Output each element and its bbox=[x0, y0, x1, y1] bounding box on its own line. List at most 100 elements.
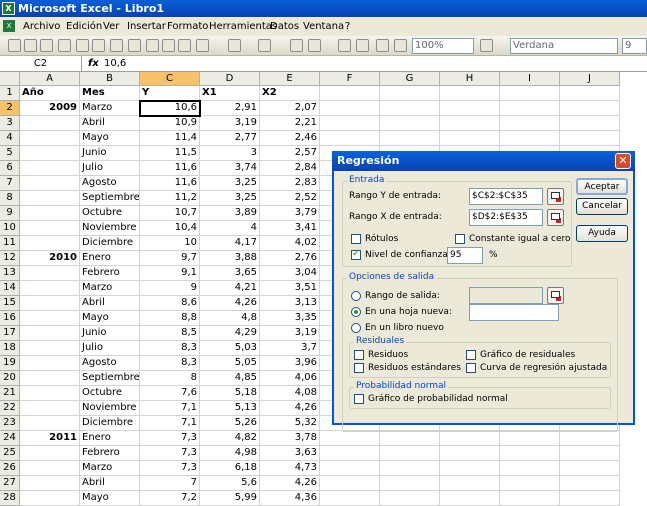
cell[interactable]: 4,82 bbox=[200, 431, 260, 446]
cell[interactable]: 4,08 bbox=[260, 386, 320, 401]
row-header[interactable]: 27 bbox=[0, 476, 20, 491]
cell[interactable] bbox=[380, 131, 440, 146]
cell[interactable] bbox=[20, 326, 80, 341]
cell[interactable]: 11,2 bbox=[140, 191, 200, 206]
cell[interactable] bbox=[380, 431, 440, 446]
cell[interactable]: 4,85 bbox=[200, 371, 260, 386]
column-header-f[interactable]: F bbox=[320, 72, 380, 86]
save-icon[interactable] bbox=[40, 39, 53, 52]
cell[interactable]: 8 bbox=[140, 371, 200, 386]
cell[interactable]: X2 bbox=[260, 86, 320, 101]
cell[interactable]: 3,51 bbox=[260, 281, 320, 296]
cell[interactable]: 2,52 bbox=[260, 191, 320, 206]
cell[interactable]: 3,35 bbox=[260, 311, 320, 326]
cell[interactable]: 3,04 bbox=[260, 266, 320, 281]
cell[interactable] bbox=[500, 461, 560, 476]
cell[interactable]: 8,8 bbox=[140, 311, 200, 326]
cell[interactable]: 3,7 bbox=[260, 341, 320, 356]
cell[interactable] bbox=[20, 356, 80, 371]
cell[interactable]: 2,84 bbox=[260, 161, 320, 176]
cell[interactable]: 3,25 bbox=[200, 191, 260, 206]
cell[interactable]: 10,9 bbox=[140, 116, 200, 131]
cell[interactable]: 5,32 bbox=[260, 416, 320, 431]
cell[interactable] bbox=[560, 131, 620, 146]
residuos-checkbox[interactable] bbox=[354, 350, 364, 360]
menu-ver[interactable]: Ver bbox=[103, 17, 119, 36]
cell[interactable] bbox=[560, 461, 620, 476]
cell[interactable]: Marzo bbox=[80, 281, 140, 296]
cell[interactable]: 9,7 bbox=[140, 251, 200, 266]
cell[interactable]: 7,1 bbox=[140, 416, 200, 431]
column-header-g[interactable]: G bbox=[380, 72, 440, 86]
cell[interactable]: 4,02 bbox=[260, 236, 320, 251]
rango-salida-input[interactable] bbox=[469, 287, 543, 304]
cell[interactable]: Marzo bbox=[80, 461, 140, 476]
cell[interactable] bbox=[20, 296, 80, 311]
cell[interactable]: 3,65 bbox=[200, 266, 260, 281]
cell[interactable]: 2,46 bbox=[260, 131, 320, 146]
cell[interactable]: 4,26 bbox=[200, 296, 260, 311]
cell[interactable]: 4,06 bbox=[260, 371, 320, 386]
autosum-icon[interactable] bbox=[308, 39, 321, 52]
row-header[interactable]: 23 bbox=[0, 416, 20, 431]
cell[interactable]: 4,26 bbox=[260, 476, 320, 491]
cell[interactable]: Julio bbox=[80, 161, 140, 176]
cell[interactable] bbox=[20, 311, 80, 326]
cell[interactable] bbox=[20, 131, 80, 146]
grafico-res-checkbox[interactable] bbox=[466, 350, 476, 360]
hoja-nueva-input[interactable] bbox=[469, 304, 559, 321]
cell[interactable] bbox=[320, 476, 380, 491]
cell[interactable]: Abril bbox=[80, 476, 140, 491]
cell[interactable]: 8,6 bbox=[140, 296, 200, 311]
cell[interactable] bbox=[20, 341, 80, 356]
row-header[interactable]: 26 bbox=[0, 461, 20, 476]
rango-x-input[interactable]: $D$2:$E$35 bbox=[469, 209, 543, 226]
undo-icon[interactable] bbox=[228, 39, 241, 52]
permission-icon[interactable] bbox=[58, 39, 71, 52]
row-header[interactable]: 10 bbox=[0, 221, 20, 236]
cell[interactable] bbox=[500, 101, 560, 116]
new-icon[interactable] bbox=[8, 39, 21, 52]
row-header[interactable]: 25 bbox=[0, 446, 20, 461]
menu-ayuda[interactable]: ? bbox=[345, 17, 350, 36]
cell[interactable] bbox=[20, 371, 80, 386]
cell[interactable]: Abril bbox=[80, 296, 140, 311]
cell[interactable]: 3,74 bbox=[200, 161, 260, 176]
cell[interactable] bbox=[560, 431, 620, 446]
aceptar-button[interactable]: Aceptar bbox=[576, 178, 628, 195]
cell[interactable]: 10 bbox=[140, 236, 200, 251]
cell[interactable] bbox=[440, 116, 500, 131]
cell[interactable] bbox=[20, 266, 80, 281]
cell[interactable]: 7,3 bbox=[140, 431, 200, 446]
cell[interactable]: 11,4 bbox=[140, 131, 200, 146]
cell[interactable]: 2011 bbox=[20, 431, 80, 446]
row-header[interactable]: 13 bbox=[0, 266, 20, 281]
cell[interactable] bbox=[20, 281, 80, 296]
cell[interactable]: Septiembre bbox=[80, 191, 140, 206]
cell[interactable]: 2010 bbox=[20, 251, 80, 266]
cell[interactable] bbox=[20, 191, 80, 206]
row-header[interactable]: 11 bbox=[0, 236, 20, 251]
row-header[interactable]: 6 bbox=[0, 161, 20, 176]
column-header-j[interactable]: J bbox=[560, 72, 620, 86]
cell[interactable] bbox=[560, 446, 620, 461]
cell[interactable]: Mayo bbox=[80, 131, 140, 146]
cell[interactable]: 3,25 bbox=[200, 176, 260, 191]
cell[interactable] bbox=[320, 446, 380, 461]
print-preview-icon[interactable] bbox=[92, 39, 105, 52]
cell[interactable] bbox=[440, 446, 500, 461]
row-header[interactable]: 16 bbox=[0, 311, 20, 326]
cell[interactable]: 7,3 bbox=[140, 446, 200, 461]
copy-icon[interactable] bbox=[162, 39, 175, 52]
hoja-nueva-radio[interactable] bbox=[351, 307, 361, 317]
cell[interactable]: 10,7 bbox=[140, 206, 200, 221]
column-header-h[interactable]: H bbox=[440, 72, 500, 86]
cell[interactable]: 4,26 bbox=[260, 401, 320, 416]
rotulos-checkbox[interactable] bbox=[351, 234, 361, 244]
menu-ventana[interactable]: Ventana bbox=[303, 17, 344, 36]
cell[interactable] bbox=[440, 101, 500, 116]
cell[interactable]: 3,19 bbox=[200, 116, 260, 131]
cell[interactable]: 8,5 bbox=[140, 326, 200, 341]
cell[interactable]: 4 bbox=[200, 221, 260, 236]
cell[interactable]: Julio bbox=[80, 341, 140, 356]
